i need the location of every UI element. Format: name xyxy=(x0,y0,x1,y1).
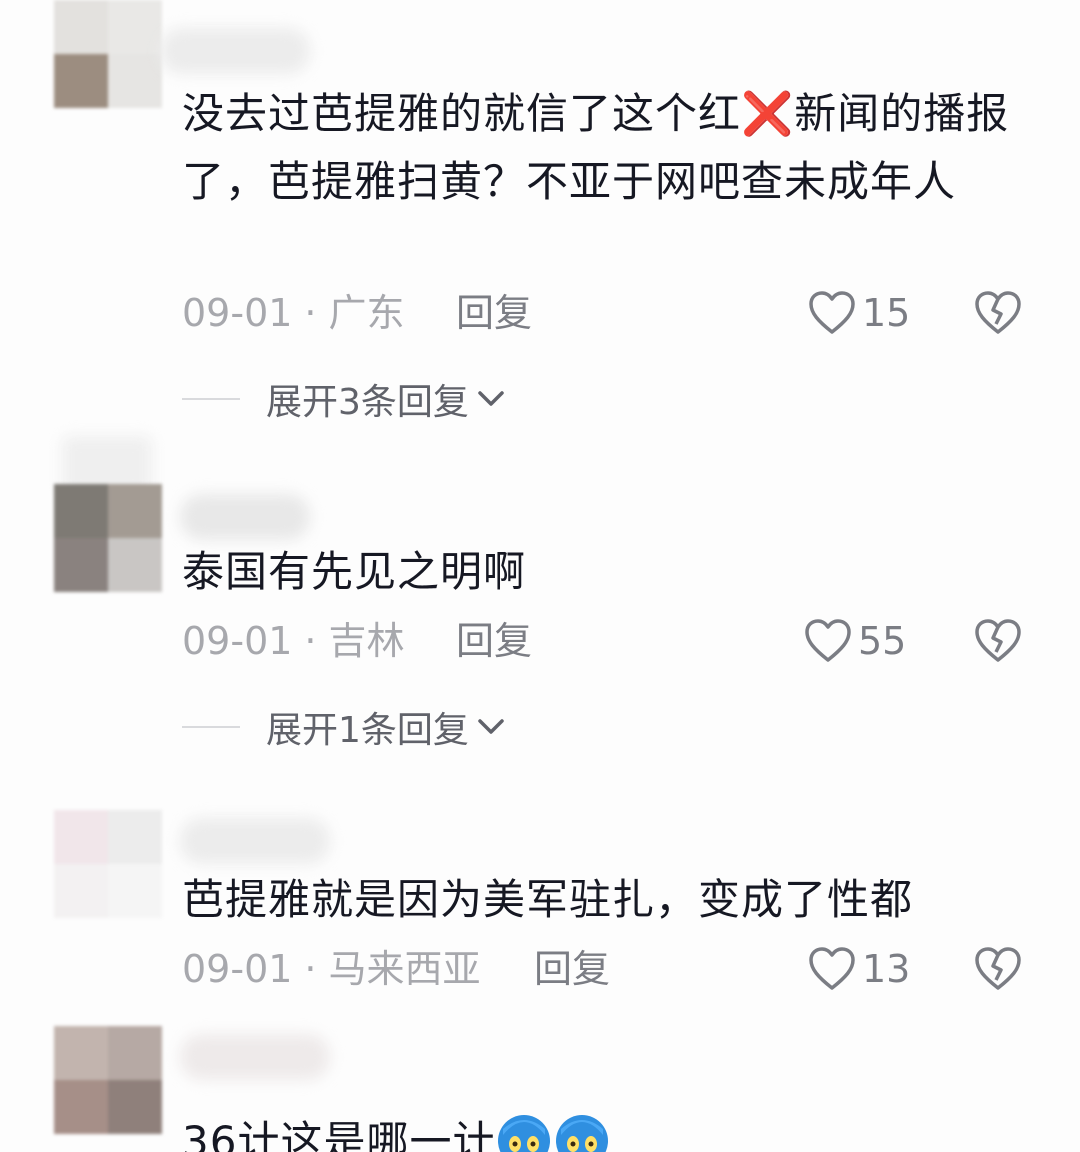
comment-text-content: 36计这是哪一计 xyxy=(182,1117,496,1152)
reply-button[interactable]: 回复 xyxy=(456,288,532,338)
comment-location: 马来西亚 xyxy=(328,947,481,991)
heart-outline-icon xyxy=(805,619,851,662)
divider xyxy=(182,726,240,728)
username[interactable] xyxy=(180,494,310,540)
comment-date: 09-01 xyxy=(182,291,293,335)
comment-text: 没去过芭提雅的就信了这个红❌新闻的播报了，芭提雅扫黄？不亚于网吧查未成年人 xyxy=(182,89,1010,206)
crying-face-emoji xyxy=(498,1114,551,1152)
comment-location: 吉林 xyxy=(328,619,405,663)
comment-meta: 09-01 · 吉林 xyxy=(182,619,405,663)
expand-replies-label: 展开3条回复 xyxy=(266,382,469,423)
chevron-down-icon xyxy=(478,391,504,406)
reply-button[interactable]: 回复 xyxy=(456,616,532,666)
heart-outline-icon xyxy=(809,947,855,990)
comment-text: 芭提雅就是因为美军驻扎，变成了性都 xyxy=(182,875,914,924)
comment-meta: 09-01 · 马来西亚 xyxy=(182,947,481,991)
comment-text: 36计这是哪一计 xyxy=(182,1108,1022,1152)
expand-replies-label: 展开1条回复 xyxy=(266,710,469,751)
expand-replies-button[interactable]: 展开3条回复 xyxy=(182,374,505,424)
username[interactable] xyxy=(160,28,310,74)
like-count: 15 xyxy=(862,291,911,335)
avatar[interactable] xyxy=(54,810,162,918)
like-button[interactable]: 15 xyxy=(808,288,910,338)
avatar[interactable] xyxy=(54,1026,162,1134)
like-count: 13 xyxy=(862,947,911,991)
like-button[interactable]: 55 xyxy=(804,616,906,666)
expand-replies-button[interactable]: 展开1条回复 xyxy=(182,702,505,752)
heart-outline-icon xyxy=(809,291,855,334)
broken-heart-icon[interactable] xyxy=(974,290,1022,336)
comment-meta: 09-01 · 广东 xyxy=(182,291,405,335)
chevron-down-icon xyxy=(478,719,504,734)
username[interactable] xyxy=(180,818,330,864)
avatar[interactable] xyxy=(54,0,162,108)
comment-text: 泰国有先见之明啊 xyxy=(182,547,527,596)
avatar[interactable] xyxy=(54,484,162,592)
reply-button[interactable]: 回复 xyxy=(534,944,610,994)
comment-list: 没去过芭提雅的就信了这个红❌新闻的播报了，芭提雅扫黄？不亚于网吧查未成年人 09… xyxy=(0,0,1080,1152)
divider xyxy=(182,398,240,400)
comment-date: 09-01 xyxy=(182,619,293,663)
comment-date: 09-01 xyxy=(182,947,293,991)
crying-face-emoji xyxy=(556,1114,609,1152)
username[interactable] xyxy=(180,1034,330,1080)
comment-location: 广东 xyxy=(328,291,405,335)
broken-heart-icon[interactable] xyxy=(974,618,1022,664)
like-count: 55 xyxy=(858,619,907,663)
broken-heart-icon[interactable] xyxy=(974,946,1022,992)
like-button[interactable]: 13 xyxy=(808,944,910,994)
